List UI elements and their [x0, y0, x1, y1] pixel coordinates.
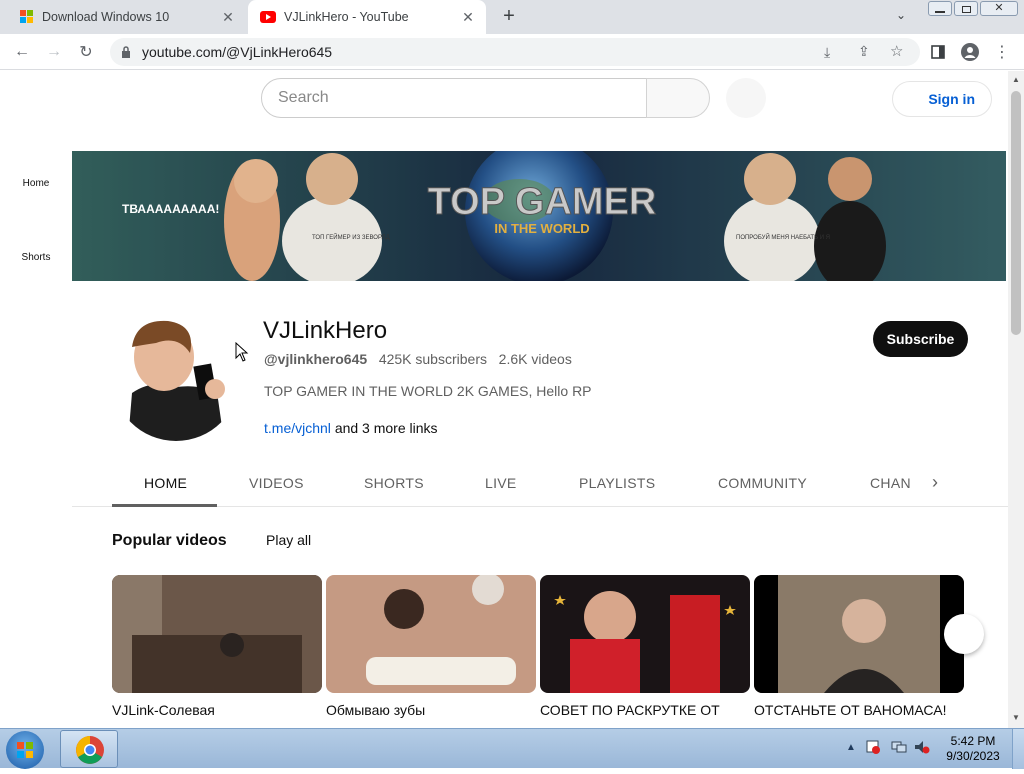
- page-scrollbar[interactable]: ▲ ▼: [1008, 71, 1024, 728]
- youtube-icon: [260, 11, 276, 23]
- channel-handle: @vjlinkhero645: [264, 351, 368, 367]
- video-title[interactable]: VJLink-Солевая: [112, 702, 215, 718]
- play-all-button[interactable]: Play all: [266, 532, 311, 548]
- video-title[interactable]: ОТСТАНЬТЕ ОТ ВАНОМАСА!: [754, 702, 946, 718]
- tab-shorts[interactable]: SHORTS: [364, 475, 424, 491]
- banner-shout-text: ТВААААААААА!: [122, 202, 219, 216]
- subscribe-label: Subscribe: [886, 331, 955, 347]
- tab-community[interactable]: COMMUNITY: [718, 475, 807, 491]
- show-desktop-button[interactable]: [1012, 729, 1024, 769]
- subscribe-button[interactable]: Subscribe: [873, 321, 968, 357]
- url-text: youtube.com/@VjLinkHero645: [142, 44, 333, 60]
- new-tab-icon[interactable]: +: [498, 6, 520, 28]
- system-clock[interactable]: 5:42 PM 9/30/2023: [940, 734, 1006, 764]
- chrome-icon: [76, 736, 104, 764]
- clock-time: 5:42 PM: [950, 734, 996, 748]
- show-hidden-icons[interactable]: ▲: [846, 742, 856, 753]
- channel-name: VJLinkHero: [263, 317, 388, 344]
- section-title: Popular videos: [112, 532, 227, 549]
- video-thumbnail[interactable]: [754, 575, 964, 693]
- tab-title: Download Windows 10: [42, 10, 170, 24]
- taskbar-chrome-button[interactable]: [60, 730, 118, 768]
- home-label: Home: [22, 178, 50, 189]
- forward-icon[interactable]: →: [40, 38, 68, 66]
- lock-icon[interactable]: [121, 45, 131, 63]
- banner-artwork: ТВААААААААА! TOP GAMER IN THE WORLD ТОП …: [72, 151, 1006, 281]
- install-app-icon[interactable]: ⤓: [824, 44, 830, 61]
- search-placeholder: Search: [278, 89, 329, 106]
- share-icon[interactable]: ⇪: [858, 43, 870, 60]
- volume-muted-icon[interactable]: [914, 740, 930, 754]
- video-thumbnail[interactable]: [112, 575, 322, 693]
- shorts-label: Shorts: [21, 252, 51, 263]
- menu-dots-icon[interactable]: ⋮: [988, 38, 1016, 66]
- tab-live[interactable]: LIVE: [485, 475, 517, 491]
- channel-link[interactable]: t.me/vjchnl: [264, 420, 331, 436]
- chevron-right-icon[interactable]: ›: [932, 472, 938, 493]
- video-title[interactable]: СОВЕТ ПО РАСКРУТКЕ ОТ: [540, 702, 720, 718]
- channel-banner: ТВААААААААА! TOP GAMER IN THE WORLD ТОП …: [72, 151, 1006, 281]
- clock-date: 9/30/2023: [946, 749, 1000, 763]
- channel-links: t.me/vjchnl and 3 more links: [264, 420, 438, 436]
- tab-download-windows[interactable]: Download Windows 10 ✕: [8, 0, 246, 34]
- action-center-icon[interactable]: [866, 740, 880, 754]
- search-button[interactable]: [646, 78, 710, 118]
- tab-channels[interactable]: CHANI: [870, 475, 912, 491]
- banner-shirt-left: ТОП ГЕЙМЕР ИЗ ЗЕВОРЛД: [312, 233, 390, 241]
- close-tab-icon[interactable]: ✕: [460, 9, 476, 25]
- banner-logo-subtext: IN THE WORLD: [494, 221, 589, 236]
- search-input[interactable]: Search: [261, 78, 647, 118]
- close-tab-icon[interactable]: ✕: [220, 9, 236, 25]
- mouse-cursor-icon: [235, 341, 249, 367]
- sign-in-button[interactable]: Sign in: [892, 81, 992, 117]
- video-thumbnail[interactable]: [540, 575, 750, 693]
- restore-icon[interactable]: [954, 1, 978, 16]
- video-title[interactable]: Обмываю зубы: [326, 702, 425, 718]
- back-icon[interactable]: ←: [8, 38, 36, 66]
- channel-tabs: HOME VIDEOS SHORTS LIVE PLAYLISTS COMMUN…: [72, 463, 1008, 507]
- tab-strip: Download Windows 10 ✕ VJLinkHero - YouTu…: [0, 0, 1024, 34]
- reload-icon[interactable]: ↻: [72, 38, 100, 66]
- youtube-page: Search Sign in Home Shorts ТВААААААААА! …: [0, 71, 1008, 728]
- minimize-icon[interactable]: [928, 1, 952, 16]
- tab-videos[interactable]: VIDEOS: [249, 475, 304, 491]
- more-links[interactable]: and 3 more links: [335, 420, 438, 436]
- video-thumbnail[interactable]: [326, 575, 536, 693]
- video-count: 2.6K videos: [498, 351, 572, 367]
- sign-in-label: Sign in: [928, 91, 975, 107]
- side-panel-icon[interactable]: [924, 38, 952, 66]
- windows-taskbar: ▲ 5:42 PM 9/30/2023: [0, 728, 1024, 769]
- channel-avatar: [112, 313, 240, 441]
- profile-icon[interactable]: [956, 38, 984, 66]
- start-button[interactable]: [6, 731, 44, 769]
- browser-toolbar: ← → ↻ youtube.com/@VjLinkHero645 ⤓ ⇪ ☆ ⋮: [0, 34, 1024, 70]
- active-tab-underline: [112, 504, 217, 507]
- sidebar-item-home[interactable]: Home: [0, 178, 72, 189]
- banner-logo-text: TOP GAMER: [428, 181, 657, 223]
- tab-home[interactable]: HOME: [144, 475, 187, 491]
- network-icon[interactable]: [891, 740, 907, 754]
- subscriber-count: 425K subscribers: [378, 351, 487, 367]
- tab-search-chevron-icon[interactable]: ⌄: [896, 8, 906, 22]
- tab-playlists[interactable]: PLAYLISTS: [579, 475, 655, 491]
- next-arrow-button[interactable]: [944, 614, 984, 654]
- window-controls: ✕: [928, 1, 1018, 17]
- voice-search-button[interactable]: [726, 78, 766, 118]
- tab-title: VJLinkHero - YouTube: [284, 10, 409, 24]
- scrollbar-thumb[interactable]: [1011, 91, 1021, 335]
- windows-logo-icon: [20, 10, 34, 24]
- address-bar[interactable]: youtube.com/@VjLinkHero645 ⤓ ⇪ ☆: [110, 38, 920, 66]
- banner-shirt-right: ПОПРОБУЙ МЕНЯ НАЕБАТЬ И Я: [736, 233, 830, 241]
- tab-youtube[interactable]: VJLinkHero - YouTube ✕: [248, 0, 486, 34]
- scroll-down-icon[interactable]: ▼: [1012, 713, 1020, 722]
- bookmark-star-icon[interactable]: ☆: [890, 42, 903, 60]
- channel-meta: @vjlinkhero645 425K subscribers 2.6K vid…: [264, 351, 572, 367]
- channel-description[interactable]: TOP GAMER IN THE WORLD 2K GAMES, Hello R…: [264, 383, 592, 399]
- sidebar-item-shorts[interactable]: Shorts: [0, 252, 72, 263]
- close-window-icon[interactable]: ✕: [980, 1, 1018, 16]
- scroll-up-icon[interactable]: ▲: [1012, 75, 1020, 84]
